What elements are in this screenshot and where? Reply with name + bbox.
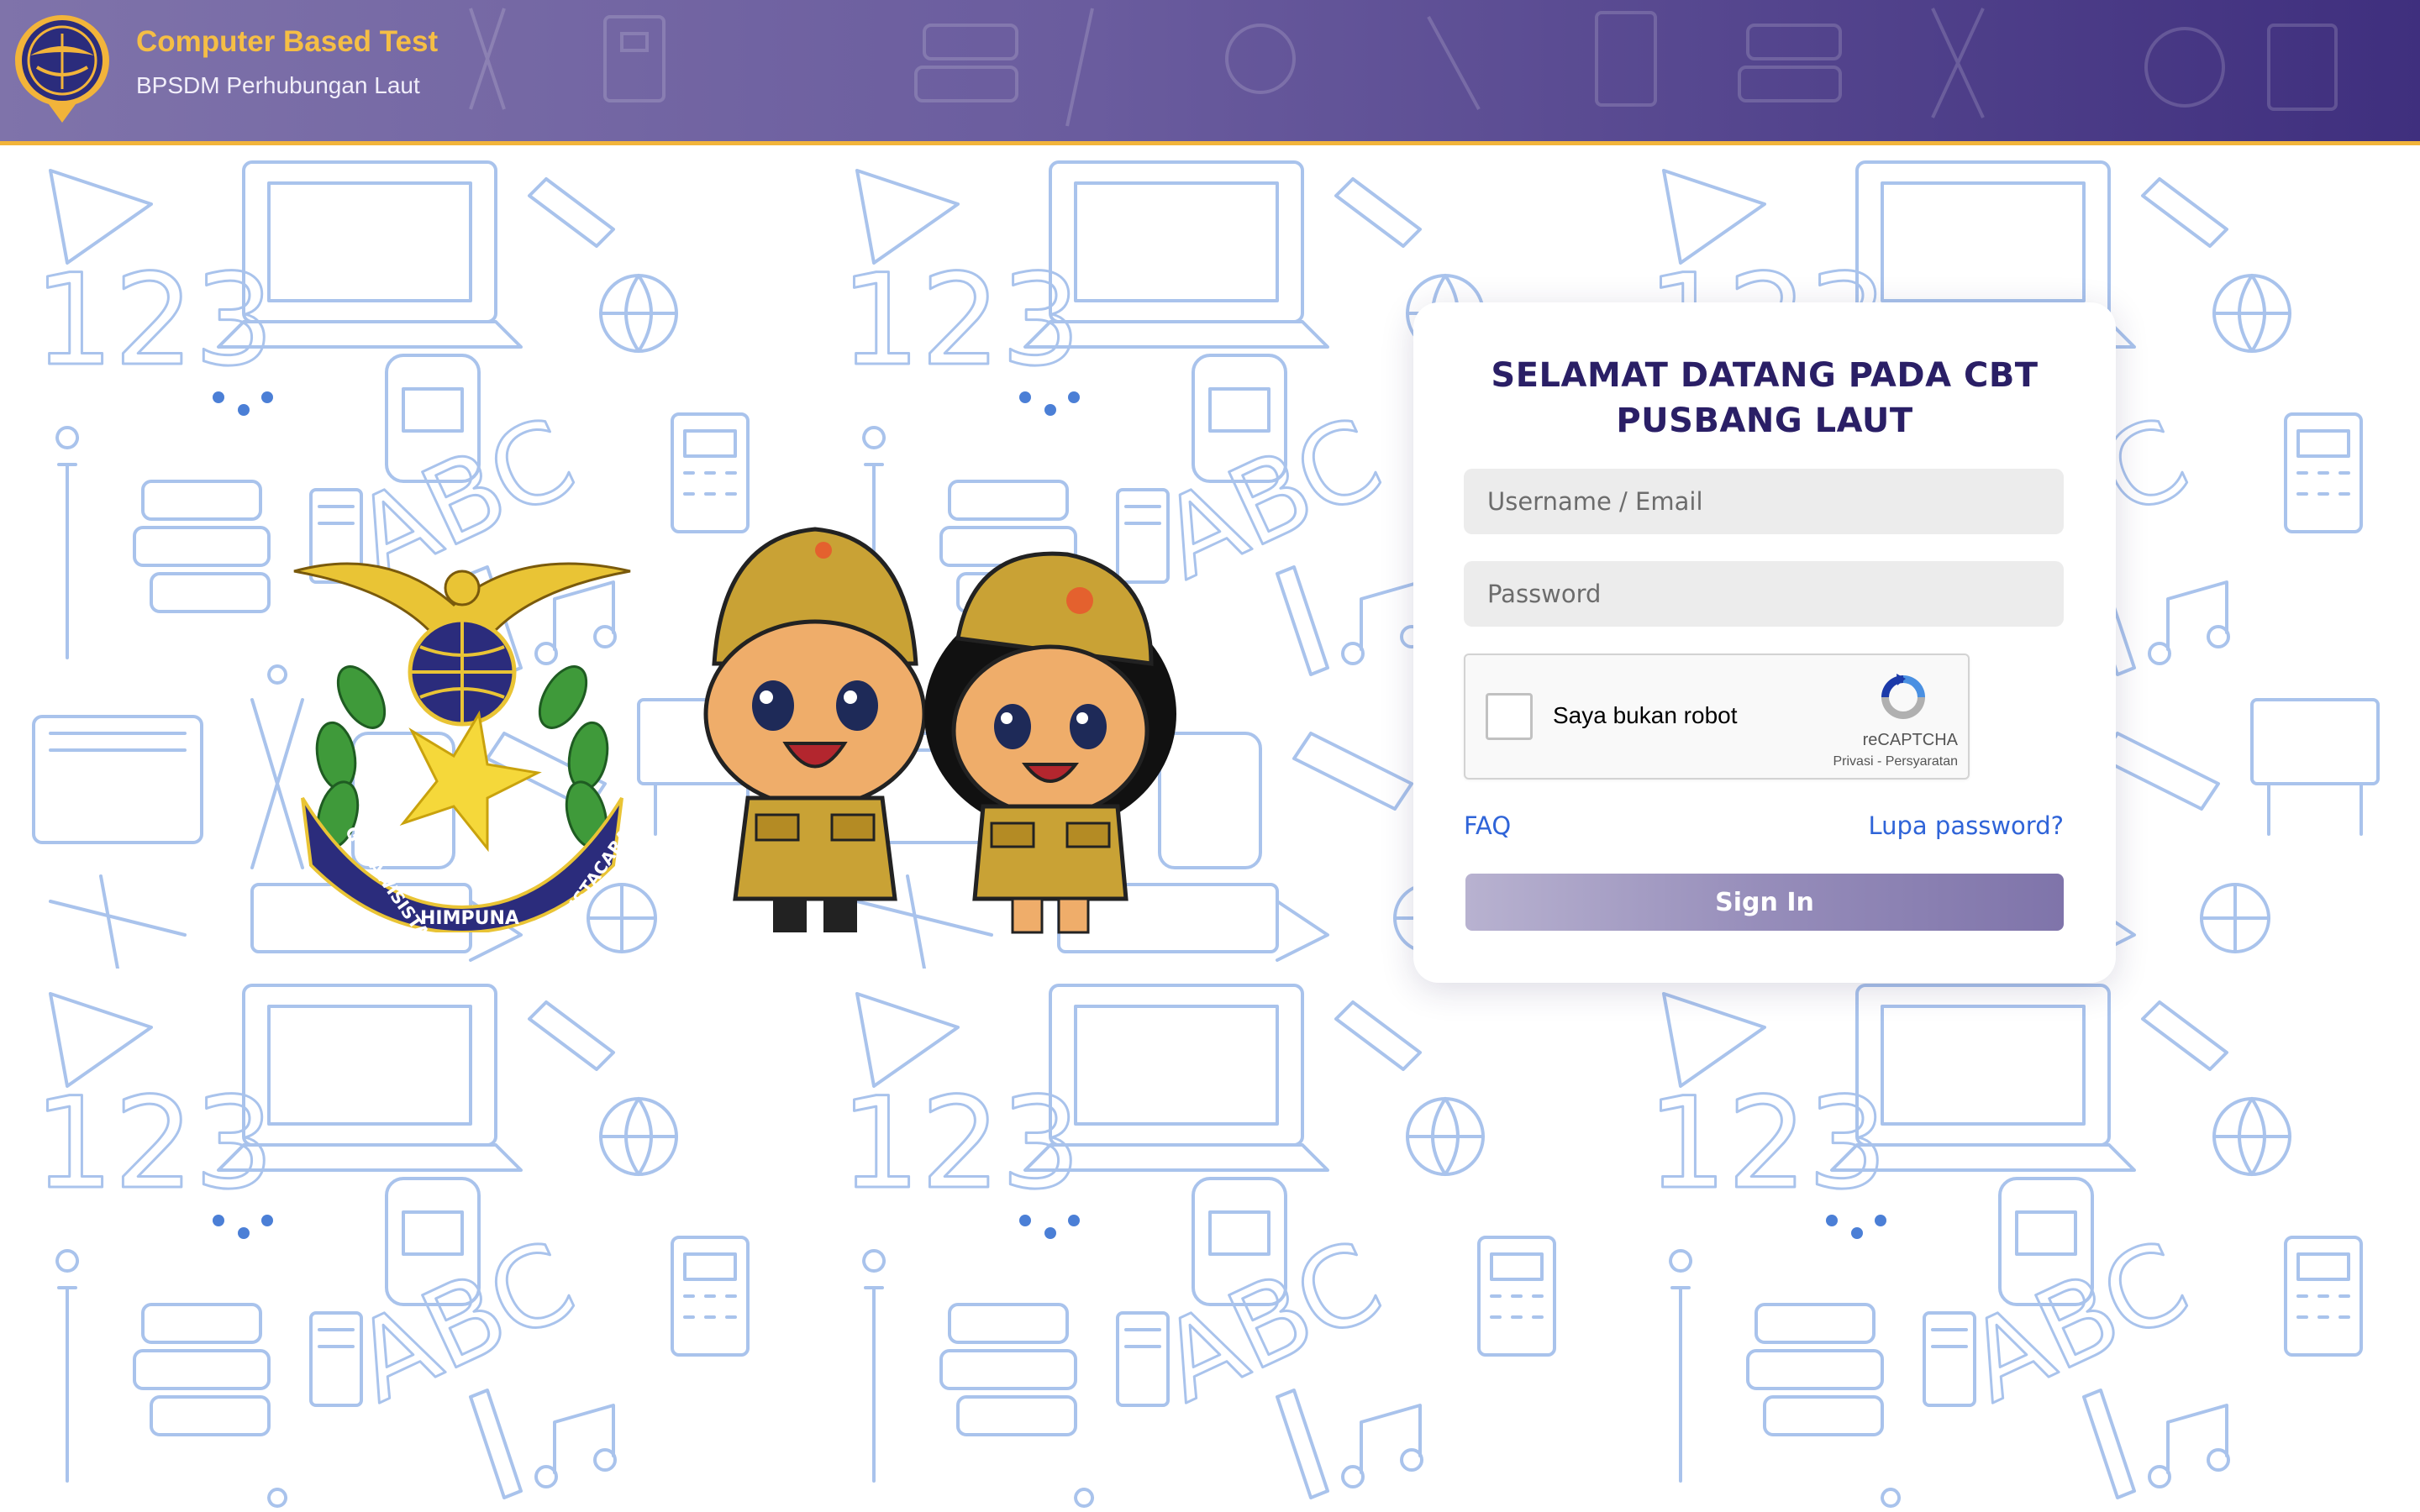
recaptcha-logo-icon	[1881, 674, 1925, 719]
password-input[interactable]	[1464, 561, 2064, 627]
app-subtitle: BPSDM Perhubungan Laut	[136, 72, 420, 98]
male-cadet-mascot	[697, 521, 941, 941]
recaptcha-label: Saya bukan robot	[1553, 702, 1738, 728]
forgot-password-link[interactable]: Lupa password?	[1869, 811, 2065, 840]
login-card: SELAMAT DATANG PADA CBT PUSBANG LAUT Say…	[1413, 302, 2116, 983]
female-cadet-mascot	[924, 538, 1176, 941]
recaptcha-links: Privasi - Persyaratan	[1776, 754, 1959, 769]
top-header: Computer Based Test BPSDM Perhubungan La…	[0, 0, 2420, 145]
recaptcha-link-separator: -	[1873, 754, 1886, 769]
ministry-of-transportation-logo-icon	[12, 12, 113, 126]
recaptcha-widget: Saya bukan robot reCAPTCHA Privasi - Per…	[1464, 654, 1970, 780]
app-title: Computer Based Test	[136, 25, 439, 58]
faq-link[interactable]: FAQ	[1464, 811, 1511, 840]
login-title: SELAMAT DATANG PADA CBT PUSBANG LAUT	[1491, 356, 2039, 440]
emblem-ribbon-center: HIMPUNA	[420, 908, 519, 929]
recaptcha-terms-link[interactable]: Persyaratan	[1886, 754, 1958, 769]
recaptcha-privacy-link[interactable]: Privasi	[1833, 754, 1874, 769]
pusbang-laut-emblem-icon: GUNAWISISTA HIMPUNA SISTACARA	[286, 554, 639, 942]
username-email-input[interactable]	[1464, 469, 2064, 534]
recaptcha-checkbox[interactable]	[1486, 693, 1533, 740]
sign-in-button[interactable]: Sign In	[1465, 874, 2064, 931]
header-doodle-pattern	[469, 8, 2338, 127]
recaptcha-brand: reCAPTCHA	[1862, 731, 1958, 749]
